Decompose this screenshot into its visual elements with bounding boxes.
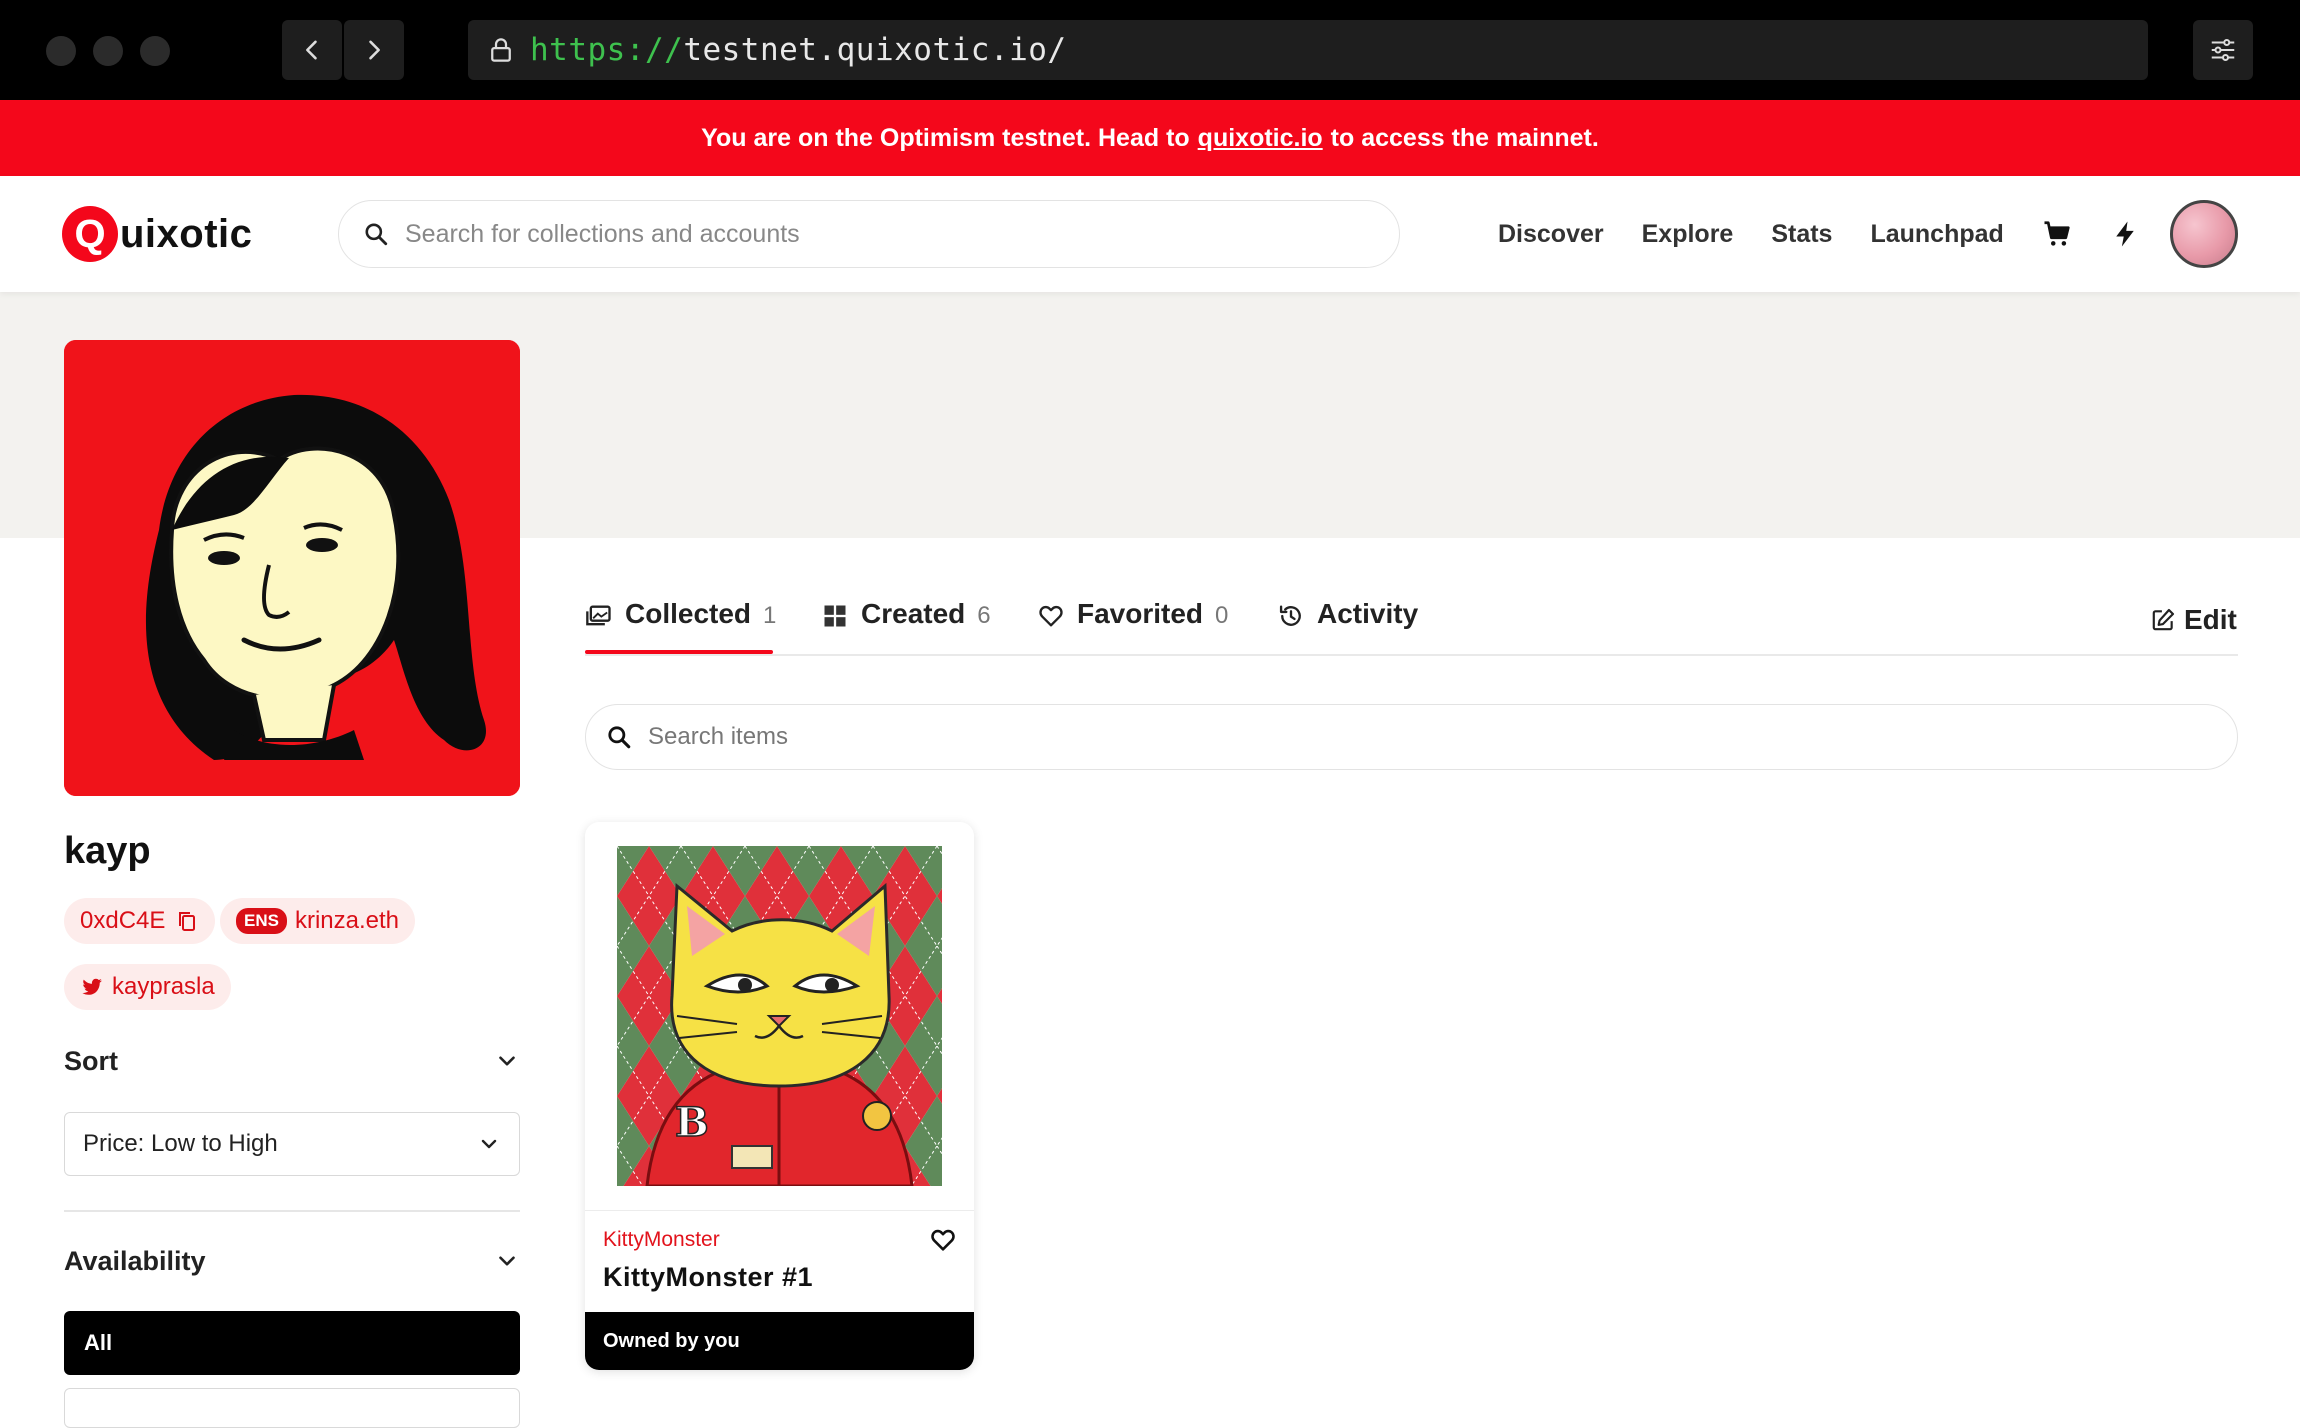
- chevron-down-icon: [481, 1139, 497, 1149]
- tab-created-count: 6: [977, 602, 991, 629]
- card-title: KittyMonster #1: [603, 1262, 814, 1292]
- address-bar[interactable]: https://testnet.quixotic.io/: [468, 20, 2148, 80]
- edit-label: Edit: [2184, 604, 2237, 635]
- tab-favorited-label: Favorited: [1077, 598, 1204, 629]
- tab-created[interactable]: Created 6: [821, 598, 991, 656]
- lightning-icon[interactable]: [2110, 219, 2140, 249]
- card-divider: [585, 1210, 974, 1211]
- grid-icon: [824, 605, 846, 627]
- nav-stats[interactable]: Stats: [1771, 220, 1832, 249]
- tab-created-label: Created: [861, 598, 966, 629]
- card-owner-status: Owned by you: [585, 1312, 974, 1370]
- twitter-handle: kayprasla: [112, 973, 215, 1000]
- tab-favorited[interactable]: Favorited 0: [1037, 598, 1228, 656]
- main-nav: Discover Explore Stats Launchpad: [1498, 176, 2178, 292]
- site-header: Q uixotic Discover Explore Stats Launchp…: [0, 176, 2300, 292]
- availability-title: Availability: [64, 1246, 206, 1276]
- filter-divider: [64, 1210, 520, 1212]
- nav-discover[interactable]: Discover: [1498, 220, 1604, 249]
- tab-activity-label: Activity: [1317, 598, 1419, 629]
- testnet-banner: You are on the Optimism testnet. Head to…: [0, 100, 2300, 176]
- global-search: [338, 200, 1400, 268]
- tab-collected-label: Collected: [625, 598, 752, 629]
- nav-launchpad[interactable]: Launchpad: [1870, 220, 2003, 249]
- tab-collected-count: 1: [763, 602, 777, 629]
- nft-image: B: [617, 846, 942, 1186]
- browser-chrome: https://testnet.quixotic.io/: [0, 0, 2300, 100]
- window-minimize-button[interactable]: [93, 36, 123, 66]
- nav-explore[interactable]: Explore: [1642, 220, 1734, 249]
- chevron-right-icon: [369, 40, 380, 60]
- active-tab-indicator: [585, 650, 773, 654]
- sort-select-value: Price: Low to High: [83, 1130, 278, 1157]
- history-icon: [1279, 605, 1301, 626]
- global-search-input[interactable]: [405, 219, 1399, 249]
- nft-card[interactable]: B KittyMonster KittyMonster #1 Owned by …: [585, 822, 974, 1370]
- images-icon: [586, 605, 611, 626]
- sliders-icon: [2211, 39, 2235, 61]
- items-search-input[interactable]: [648, 723, 2237, 751]
- tab-favorited-count: 0: [1215, 602, 1229, 629]
- chevron-left-icon: [306, 40, 317, 60]
- mainnet-link[interactable]: quixotic.io: [1198, 124, 1323, 153]
- search-icon: [608, 726, 631, 749]
- search-icon: [365, 223, 388, 246]
- heart-icon: [1039, 605, 1063, 627]
- user-avatar-menu[interactable]: [2170, 200, 2238, 268]
- back-button[interactable]: [282, 20, 342, 80]
- browser-settings-button[interactable]: [2193, 20, 2253, 80]
- copy-icon[interactable]: [175, 909, 199, 933]
- wallet-address-chip[interactable]: 0xdC4E: [64, 898, 216, 944]
- logo-q-mark: Q: [62, 206, 118, 262]
- tab-activity[interactable]: Activity: [1277, 598, 1418, 656]
- edit-profile-button[interactable]: Edit: [2150, 604, 2237, 636]
- window-zoom-button[interactable]: [140, 36, 170, 66]
- banner-text-after: to access the mainnet.: [1330, 123, 1599, 152]
- card-collection-link[interactable]: KittyMonster: [603, 1228, 720, 1252]
- twitter-chip[interactable]: kayprasla: [64, 964, 231, 1010]
- sort-collapse-chevron-icon[interactable]: [494, 1048, 520, 1074]
- ens-badge: ENS: [236, 908, 287, 934]
- sort-select[interactable]: Price: Low to High: [64, 1112, 520, 1176]
- forward-button[interactable]: [344, 20, 404, 80]
- window-close-button[interactable]: [46, 36, 76, 66]
- wallet-address: 0xdC4E: [80, 907, 166, 934]
- ens-name: krinza.eth: [294, 907, 400, 934]
- url-text: https://testnet.quixotic.io/: [530, 32, 1067, 68]
- items-search: [585, 704, 2238, 770]
- svg-text:B: B: [675, 1099, 709, 1146]
- logo-wordmark: uixotic: [120, 211, 253, 256]
- profile-username: kayp: [64, 830, 151, 872]
- cart-icon[interactable]: [2042, 219, 2072, 249]
- ens-chip[interactable]: ENS krinza.eth: [220, 898, 416, 944]
- banner-text-before: You are on the Optimism testnet. Head to: [701, 123, 1190, 152]
- profile-avatar: [64, 340, 520, 796]
- availability-option-button[interactable]: [64, 1388, 520, 1428]
- availability-all-button[interactable]: All: [64, 1311, 520, 1375]
- profile-tabs: Collected 1 Created 6 Favorited 0 Activi…: [585, 598, 2238, 656]
- lock-icon: [491, 38, 511, 62]
- sort-title: Sort: [64, 1046, 118, 1076]
- twitter-icon: [82, 978, 102, 995]
- favorite-heart-icon[interactable]: [929, 1226, 957, 1254]
- edit-icon: [2152, 608, 2175, 631]
- tab-collected[interactable]: Collected 1: [585, 598, 776, 656]
- quixotic-logo[interactable]: Q uixotic: [62, 204, 252, 264]
- availability-collapse-chevron-icon[interactable]: [494, 1248, 520, 1274]
